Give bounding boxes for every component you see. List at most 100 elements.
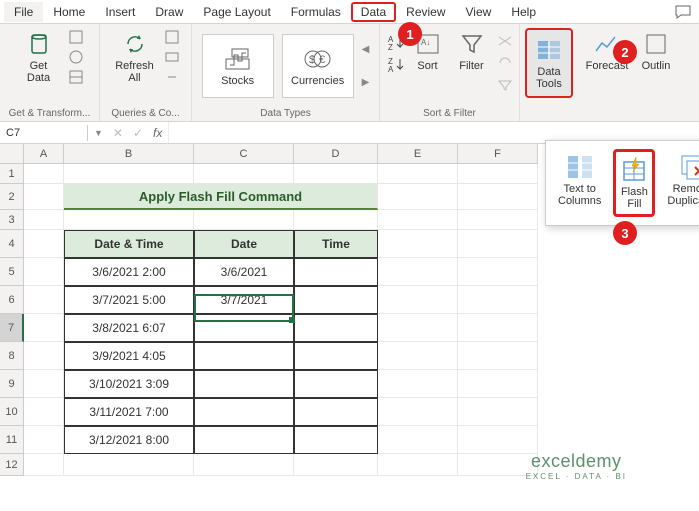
menu-draw[interactable]: Draw <box>145 2 193 22</box>
chevron-down-icon[interactable]: ▼ <box>94 128 103 138</box>
cell[interactable] <box>24 370 64 398</box>
cell[interactable] <box>64 164 194 184</box>
row-header[interactable]: 9 <box>0 370 24 398</box>
col-header[interactable]: C <box>194 144 294 164</box>
cell[interactable] <box>378 314 458 342</box>
cell[interactable] <box>378 230 458 258</box>
cell[interactable] <box>378 398 458 426</box>
row-header[interactable]: 8 <box>0 342 24 370</box>
cell[interactable] <box>458 314 538 342</box>
row-header[interactable]: 4 <box>0 230 24 258</box>
row-header[interactable]: 1 <box>0 164 24 184</box>
cell[interactable] <box>458 184 538 210</box>
edit-links-icon[interactable] <box>163 68 181 86</box>
menu-insert[interactable]: Insert <box>95 2 145 22</box>
row-header[interactable]: 7 <box>0 314 24 342</box>
table-cell[interactable]: 3/7/2021 <box>194 286 294 314</box>
cell[interactable] <box>24 286 64 314</box>
row-header[interactable]: 6 <box>0 286 24 314</box>
cell[interactable] <box>378 164 458 184</box>
from-text-icon[interactable] <box>67 28 85 46</box>
outline-button[interactable]: Outlin <box>636 28 677 74</box>
table-cell[interactable] <box>194 398 294 426</box>
cell[interactable] <box>458 230 538 258</box>
cell[interactable] <box>378 258 458 286</box>
menu-home[interactable]: Home <box>43 2 95 22</box>
cell[interactable] <box>24 426 64 454</box>
cell[interactable] <box>24 210 64 230</box>
cell[interactable] <box>458 286 538 314</box>
queries-icon[interactable] <box>163 28 181 46</box>
table-cell[interactable]: 3/11/2021 7:00 <box>64 398 194 426</box>
table-cell[interactable]: 3/10/2021 3:09 <box>64 370 194 398</box>
col-header[interactable]: D <box>294 144 378 164</box>
table-cell[interactable] <box>294 426 378 454</box>
row-header[interactable]: 11 <box>0 426 24 454</box>
col-header[interactable]: F <box>458 144 538 164</box>
table-cell[interactable] <box>194 342 294 370</box>
cell[interactable] <box>378 210 458 230</box>
get-data-button[interactable]: Get Data <box>15 28 63 86</box>
cell[interactable] <box>294 210 378 230</box>
refresh-all-button[interactable]: Refresh All <box>111 28 159 86</box>
chevron-right-icon[interactable]: ▶ <box>362 77 370 88</box>
from-table-icon[interactable] <box>67 68 85 86</box>
cell[interactable] <box>458 258 538 286</box>
table-header[interactable]: Date & Time <box>64 230 194 258</box>
table-cell[interactable] <box>194 426 294 454</box>
text-to-columns-button[interactable]: Text to Columns <box>554 149 605 217</box>
cell[interactable] <box>378 184 458 210</box>
sort-za-icon[interactable]: ZA <box>386 56 404 74</box>
comments-icon[interactable] <box>667 2 699 22</box>
row-header[interactable]: 12 <box>0 454 24 476</box>
cell[interactable] <box>458 164 538 184</box>
cell[interactable] <box>24 184 64 210</box>
cell[interactable] <box>24 258 64 286</box>
col-header[interactable]: A <box>24 144 64 164</box>
cell[interactable] <box>64 454 194 476</box>
menu-page-layout[interactable]: Page Layout <box>193 2 280 22</box>
table-cell[interactable] <box>294 286 378 314</box>
currencies-button[interactable]: $€ Currencies <box>282 34 354 98</box>
row-header[interactable]: 5 <box>0 258 24 286</box>
filter-button[interactable]: Filter <box>452 28 492 74</box>
table-header[interactable]: Date <box>194 230 294 258</box>
flash-fill-button[interactable]: Flash Fill <box>613 149 655 217</box>
menu-view[interactable]: View <box>456 2 502 22</box>
banner-title[interactable]: Apply Flash Fill Command <box>64 184 378 210</box>
cell[interactable] <box>24 454 64 476</box>
cell[interactable] <box>294 164 378 184</box>
cell[interactable] <box>24 164 64 184</box>
row-header[interactable]: 10 <box>0 398 24 426</box>
stocks-button[interactable]: Stocks <box>202 34 274 98</box>
cell[interactable] <box>24 342 64 370</box>
table-cell[interactable] <box>294 258 378 286</box>
cell[interactable] <box>378 454 458 476</box>
menu-file[interactable]: File <box>4 2 43 22</box>
reapply-icon[interactable] <box>496 54 514 72</box>
table-cell[interactable]: 3/8/2021 6:07 <box>64 314 194 342</box>
cell[interactable] <box>458 370 538 398</box>
table-cell[interactable]: 3/12/2021 8:00 <box>64 426 194 454</box>
cell[interactable] <box>378 342 458 370</box>
table-cell[interactable]: 3/7/2021 5:00 <box>64 286 194 314</box>
from-web-icon[interactable] <box>67 48 85 66</box>
chevron-left-icon[interactable]: ◀ <box>362 44 370 55</box>
fx-icon[interactable]: fx <box>153 126 162 140</box>
menu-data[interactable]: Data <box>351 2 396 22</box>
table-cell[interactable] <box>294 370 378 398</box>
table-header[interactable]: Time <box>294 230 378 258</box>
cell[interactable] <box>24 230 64 258</box>
data-tools-button[interactable]: Data Tools <box>525 28 573 98</box>
table-cell[interactable]: 3/9/2021 4:05 <box>64 342 194 370</box>
table-cell[interactable] <box>294 342 378 370</box>
col-header[interactable]: B <box>64 144 194 164</box>
cancel-icon[interactable]: ✕ <box>113 126 123 140</box>
table-cell[interactable]: 3/6/2021 <box>194 258 294 286</box>
cell[interactable] <box>64 210 194 230</box>
menu-formulas[interactable]: Formulas <box>281 2 351 22</box>
col-header[interactable]: E <box>378 144 458 164</box>
cell[interactable] <box>294 454 378 476</box>
cell[interactable] <box>458 342 538 370</box>
cell[interactable] <box>24 314 64 342</box>
